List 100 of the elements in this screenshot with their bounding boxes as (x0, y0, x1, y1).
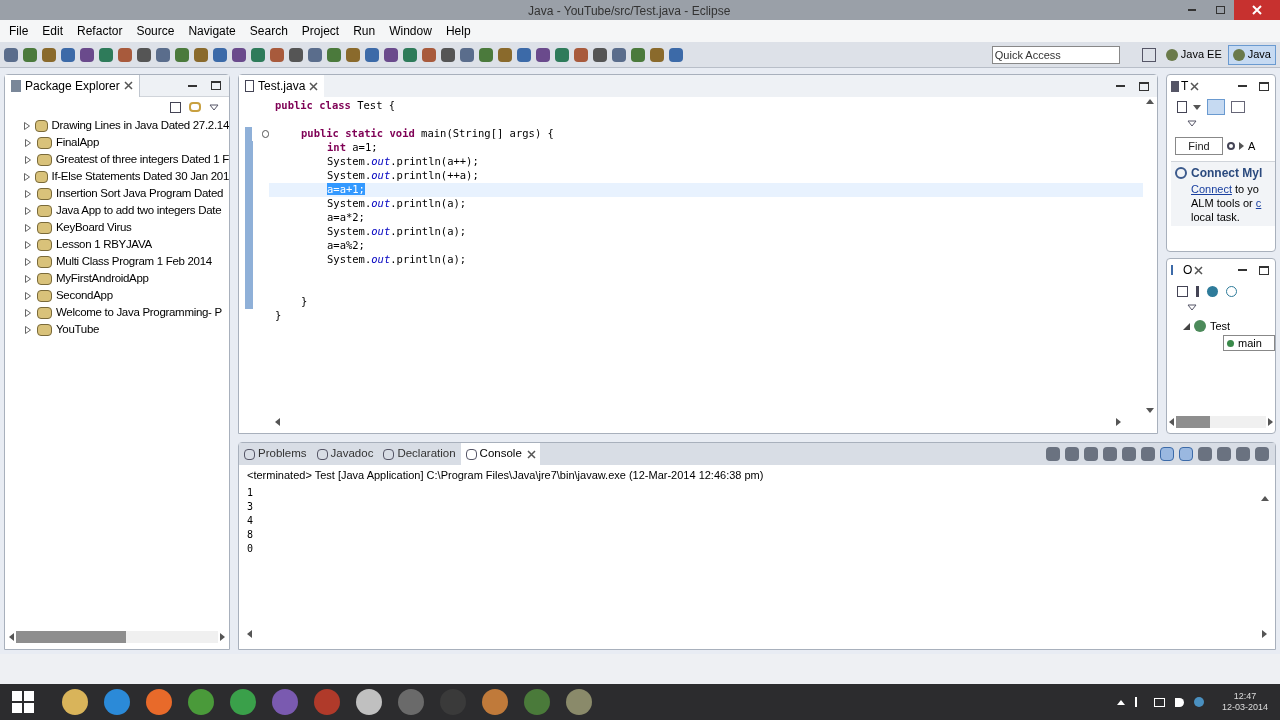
menu-item[interactable]: Window (383, 22, 438, 40)
find-field[interactable]: Find (1175, 137, 1223, 155)
tree-item[interactable]: If-Else Statements Dated 30 Jan 201 (51, 167, 229, 186)
outline-tab[interactable]: O (1167, 261, 1208, 279)
toolbar-icon[interactable] (650, 47, 664, 62)
console-tool-icon[interactable] (1255, 447, 1269, 461)
toolbar-icon[interactable] (4, 47, 18, 62)
toolbar-icon[interactable] (251, 47, 265, 62)
expand-toggle-icon[interactable] (23, 223, 33, 232)
toolbar-icon[interactable] (156, 47, 170, 62)
create-link[interactable]: c (1255, 197, 1262, 209)
close-icon[interactable] (1194, 265, 1204, 275)
scroll-left-icon[interactable] (1169, 418, 1174, 426)
view-menu-icon[interactable] (1187, 303, 1197, 311)
close-icon[interactable] (123, 81, 133, 90)
app-icon[interactable] (356, 689, 382, 715)
volume-icon[interactable] (1174, 697, 1184, 707)
package-explorer-tab[interactable]: Package Explorer (5, 74, 140, 97)
collapse-all-icon[interactable] (170, 101, 181, 113)
view-tab[interactable]: Problems (239, 443, 312, 465)
toolbar-icon[interactable] (346, 47, 360, 62)
scroll-right-icon[interactable] (1116, 418, 1121, 426)
scroll-left-icon[interactable] (9, 633, 14, 641)
toolbar-icon[interactable] (479, 47, 493, 62)
toolbar-icon[interactable] (118, 47, 132, 62)
toolbar-icon[interactable] (384, 47, 398, 62)
maximize-icon[interactable] (211, 81, 221, 90)
console-tool-icon[interactable] (1065, 447, 1079, 461)
toolbar-icon[interactable] (308, 47, 322, 62)
network-icon[interactable] (1153, 697, 1165, 707)
toolbar-icon[interactable] (574, 47, 588, 62)
toolbar-icon[interactable] (669, 47, 683, 62)
new-task-icon[interactable] (1177, 101, 1187, 113)
scroll-right-icon[interactable] (220, 633, 225, 641)
menu-item[interactable]: Project (295, 22, 346, 40)
menu-item[interactable]: Search (243, 22, 294, 40)
scroll-up-icon[interactable] (1261, 495, 1269, 501)
toolbar-icon[interactable] (137, 47, 151, 62)
console-tool-icon[interactable] (1179, 447, 1193, 461)
console-tool-icon[interactable] (1046, 447, 1060, 461)
console-tool-icon[interactable] (1084, 447, 1098, 461)
close-icon[interactable] (1190, 81, 1200, 91)
tree-item[interactable]: Java App to add two integers Date (56, 201, 222, 220)
app-icon[interactable] (482, 689, 508, 715)
view-tab[interactable]: Console (460, 443, 527, 465)
toolbar-icon[interactable] (270, 47, 284, 62)
toolbar-icon[interactable] (80, 47, 94, 62)
filter-label[interactable]: A (1248, 137, 1256, 155)
menu-item[interactable]: Edit (36, 22, 70, 40)
console-tool-icon[interactable] (1198, 447, 1212, 461)
expand-toggle-icon[interactable] (1183, 322, 1190, 330)
expand-toggle-icon[interactable] (23, 257, 33, 266)
tree-item[interactable]: MyFirstAndroidApp (56, 269, 149, 288)
toolbar-icon[interactable] (612, 47, 626, 62)
tree-item[interactable]: Insertion Sort Java Program Dated (56, 184, 224, 203)
expand-toggle-icon[interactable] (23, 291, 33, 300)
expand-toggle-icon[interactable] (23, 121, 32, 130)
scroll-left-icon[interactable] (247, 630, 252, 638)
toolbar-icon[interactable] (517, 47, 531, 62)
menu-item[interactable]: Refactor (71, 22, 129, 40)
scroll-right-icon[interactable] (1262, 630, 1267, 638)
task-list-tab[interactable]: T (1167, 77, 1204, 95)
toolbar-icon[interactable] (327, 47, 341, 62)
editor-tab[interactable]: Test.java (239, 75, 325, 97)
toolbar-icon[interactable] (213, 47, 227, 62)
toolbar-icon[interactable] (441, 47, 455, 62)
expand-toggle-icon[interactable] (23, 155, 33, 164)
app-icon[interactable] (146, 689, 172, 715)
tree-item[interactable]: Welcome to Java Programming- P (56, 303, 222, 322)
expand-toggle-icon[interactable] (23, 138, 33, 147)
view-tab[interactable]: Javadoc (311, 443, 379, 465)
console-tool-icon[interactable] (1217, 447, 1231, 461)
console-tool-icon[interactable] (1122, 447, 1136, 461)
toolbar-icon[interactable] (289, 47, 303, 62)
console-tool-icon[interactable] (1236, 447, 1250, 461)
tree-item[interactable]: Lesson 1 RBYJAVA (56, 235, 152, 254)
tree-item[interactable]: FinalApp (56, 133, 99, 152)
search-icon[interactable] (1227, 142, 1235, 150)
toolbar-icon[interactable] (536, 47, 550, 62)
view-tab[interactable]: Declaration (378, 443, 461, 465)
scroll-up-icon[interactable] (1146, 99, 1154, 104)
close-icon[interactable] (309, 81, 319, 91)
close-button[interactable] (1234, 0, 1280, 20)
app-icon[interactable] (566, 689, 592, 715)
menu-item[interactable]: Source (130, 22, 181, 40)
menu-item[interactable]: Run (347, 22, 382, 40)
outline-item[interactable]: main (1223, 335, 1275, 351)
hide-fields-icon[interactable] (1207, 285, 1218, 297)
maximize-icon[interactable] (1259, 265, 1269, 275)
scroll-left-icon[interactable] (275, 418, 280, 426)
vertical-scrollbar[interactable] (1143, 97, 1157, 415)
expand-toggle-icon[interactable] (23, 240, 33, 249)
menu-item[interactable]: Help (439, 22, 477, 40)
scroll-right-icon[interactable] (1268, 418, 1273, 426)
toolbar-icon[interactable] (403, 47, 417, 62)
scheduled-icon[interactable] (1231, 101, 1245, 113)
menu-item[interactable]: Navigate (182, 22, 242, 40)
expand-toggle-icon[interactable] (23, 325, 33, 334)
expand-toggle-icon[interactable] (23, 274, 33, 283)
perspective-button[interactable]: Java (1227, 44, 1276, 65)
